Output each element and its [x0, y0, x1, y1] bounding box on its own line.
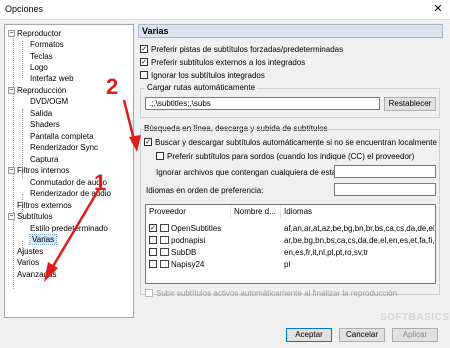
- option-hearing-impaired[interactable]: Preferir subtítulos para sordos (cuando …: [156, 151, 414, 162]
- title-bar: Opciones ✕: [0, 0, 450, 20]
- tree-node-teclas[interactable]: Teclas: [30, 51, 53, 62]
- column-nombre[interactable]: Nombre d...: [231, 205, 281, 218]
- provider-row[interactable]: Napisy24 pl: [146, 259, 435, 270]
- collapse-icon[interactable]: −: [8, 87, 15, 95]
- accept-button[interactable]: Aceptar: [286, 328, 332, 342]
- cancel-button[interactable]: Cancelar: [339, 328, 385, 342]
- provider-row[interactable]: SubDB en,es,fr,it,nl,pl,pt,ro,sv,tr: [146, 247, 435, 258]
- tree-node-logo[interactable]: Logo: [30, 62, 48, 73]
- provider-row[interactable]: ✓ OpenSubtitles af,an,ar,at,az,be,bg,bn,b…: [146, 223, 435, 234]
- checkbox-unchecked[interactable]: [149, 259, 157, 268]
- tree-guide-line: [22, 41, 23, 78]
- collapse-icon[interactable]: −: [8, 213, 15, 221]
- autoload-group-label: Cargar rutas automáticamente: [145, 83, 258, 92]
- tree-node-filtros-internos[interactable]: − Filtros internos: [8, 165, 69, 176]
- ignore-files-label: Ignorar archivos que contengan cualquier…: [156, 168, 341, 177]
- checkbox-unchecked[interactable]: [149, 235, 157, 244]
- panel-title: Varias: [138, 24, 443, 38]
- languages-label: Idiomas en orden de preferencia:: [146, 186, 264, 195]
- annotation-label-2: 2: [106, 74, 119, 99]
- window-title: Opciones: [5, 4, 44, 14]
- tree-node-estilo-predeterminado[interactable]: Estilo predeterminado: [30, 223, 108, 234]
- provider-icon: [160, 223, 169, 232]
- provider-icon: [160, 235, 169, 244]
- checkbox-unchecked[interactable]: [156, 151, 164, 160]
- tree-node-filtros-externos[interactable]: Filtros externos: [17, 200, 72, 211]
- tree-node-salida[interactable]: Salida: [30, 108, 52, 119]
- tree-node-captura[interactable]: Captura: [30, 154, 58, 165]
- provider-icon: [160, 247, 169, 256]
- collapse-icon[interactable]: −: [8, 167, 15, 175]
- ignore-files-input[interactable]: [334, 165, 436, 178]
- tree-node-pantalla-completa[interactable]: Pantalla completa: [30, 131, 94, 142]
- provider-icon: [160, 259, 169, 268]
- checkbox-checked[interactable]: ✓: [140, 44, 148, 53]
- option-upload[interactable]: Subir subtítulos activos automáticamente…: [145, 288, 397, 299]
- tree-node-interfaz-web[interactable]: Interfaz web: [30, 73, 74, 84]
- providers-list[interactable]: Proveedor Nombre d... Idiomas ✓ OpenSubti…: [145, 204, 436, 284]
- languages-input[interactable]: [334, 183, 436, 196]
- column-proveedor[interactable]: Proveedor: [146, 205, 231, 218]
- checkbox-unchecked[interactable]: [140, 70, 148, 79]
- tree-guide-line: [13, 36, 14, 289]
- option-auto-search[interactable]: ✓ Buscar y descargar subtítulos automátic…: [144, 137, 437, 148]
- column-idiomas[interactable]: Idiomas: [281, 205, 435, 218]
- tree-node-renderizador-sync[interactable]: Renderizador Sync: [30, 142, 98, 153]
- tree-node-avanzadas[interactable]: Avanzadas: [17, 269, 56, 280]
- options-tree[interactable]: − Reproductor Formatos Teclas Logo Interf…: [4, 24, 134, 318]
- tree-node-subtitulos[interactable]: − Subtítulos: [8, 211, 53, 222]
- reset-button[interactable]: Restablecer: [384, 97, 436, 111]
- watermark: SOFTBASICS: [380, 312, 450, 323]
- tree-node-shaders[interactable]: Shaders: [30, 119, 60, 130]
- tree-node-dvd-ogm[interactable]: DVD/OGM: [30, 96, 68, 107]
- option-prefer-forced[interactable]: ✓ Preferir pistas de subtítulos forzadas/…: [140, 44, 343, 55]
- provider-row[interactable]: podnapisi ar,be,bg,bn,bs,ca,cs,da,de,el,…: [146, 235, 435, 246]
- tree-node-formatos[interactable]: Formatos: [30, 39, 64, 50]
- annotation-label-1: 1: [94, 170, 107, 195]
- tree-node-reproductor[interactable]: − Reproductor: [8, 28, 61, 39]
- tree-node-reproduccion[interactable]: − Reproducción: [8, 85, 66, 96]
- tree-node-varias[interactable]: Varias: [28, 234, 58, 245]
- tree-node-ajustes[interactable]: Ajustes: [17, 246, 43, 257]
- checkbox-unchecked[interactable]: [145, 288, 153, 297]
- apply-button[interactable]: Aplicar: [392, 328, 438, 342]
- checkbox-unchecked[interactable]: [149, 247, 157, 256]
- option-prefer-external[interactable]: ✓ Preferir subtítulos externos a los inte…: [140, 57, 305, 68]
- settings-panel: Varias ✓ Preferir pistas de subtítulos fo…: [138, 24, 443, 318]
- checkbox-checked[interactable]: ✓: [144, 137, 152, 146]
- checkbox-checked[interactable]: ✓: [149, 223, 157, 232]
- checkbox-checked[interactable]: ✓: [140, 57, 148, 66]
- tree-node-varios[interactable]: Varios: [17, 257, 39, 268]
- collapse-icon[interactable]: −: [8, 30, 15, 38]
- close-icon[interactable]: ✕: [430, 2, 446, 17]
- option-ignore-embedded[interactable]: Ignorar los subtítulos integrados: [140, 70, 265, 81]
- autoload-paths-input[interactable]: .;.\subtitles;.\subs: [145, 97, 380, 110]
